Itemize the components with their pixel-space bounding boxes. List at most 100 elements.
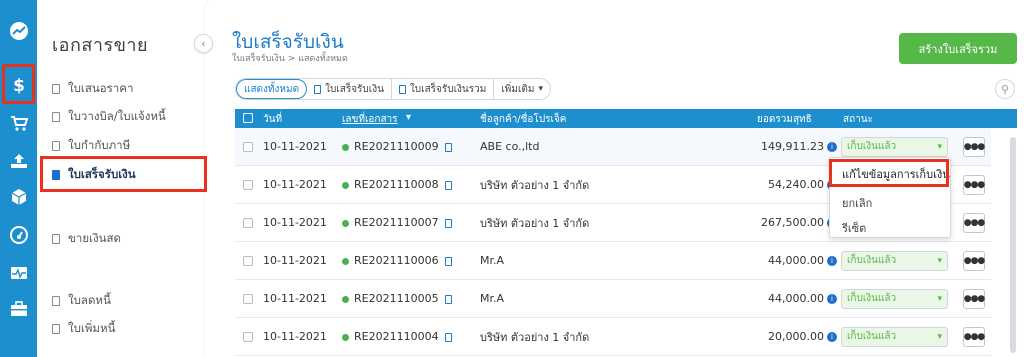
chevron-down-icon: ▾: [937, 331, 942, 342]
status-dot: [342, 295, 349, 303]
column-customer[interactable]: ชื่อลูกค้า/ชื่อโปรเจ็ค: [480, 112, 567, 127]
chevron-down-icon: ▾: [937, 141, 942, 152]
gauge-icon[interactable]: [6, 222, 31, 247]
status-dot: [342, 143, 349, 151]
chevron-down-icon: ▾: [937, 255, 942, 266]
breadcrumb[interactable]: ใบเสร็จรับเงิน > แสดงทั้งหมด: [232, 51, 348, 65]
search-icon: ⚲: [1000, 82, 1010, 96]
sidebar-item-tax-invoice[interactable]: ใบกำกับภาษี: [52, 137, 130, 155]
column-doc-number[interactable]: เลขที่เอกสาร: [342, 112, 398, 127]
row-doc-cell[interactable]: RE2021110004: [342, 330, 452, 343]
row-date: 10-11-2021: [263, 330, 327, 343]
status-value: เก็บเงินแล้ว: [847, 141, 897, 152]
document-icon: [52, 141, 60, 151]
cart-icon[interactable]: [6, 110, 31, 135]
sidebar-item-billing[interactable]: ใบวางบิล/ใบแจ้งหนี้: [52, 108, 166, 126]
document-icon: [52, 296, 60, 306]
sidebar-item-quotation[interactable]: ใบเสนอราคา: [52, 80, 133, 98]
status-select[interactable]: เก็บเงินแล้ว ▾: [841, 326, 948, 347]
tab-show-all[interactable]: แสดงทั้งหมด: [236, 79, 308, 99]
more-actions-button[interactable]: ●●●: [963, 174, 986, 195]
info-icon[interactable]: i: [827, 294, 837, 304]
row-customer: Mr.A: [480, 254, 505, 267]
row-date: 10-11-2021: [263, 140, 327, 153]
filter-tabs: แสดงทั้งหมด ใบเสร็จรับเงิน ใบเสร็จรับเงิ…: [235, 78, 551, 100]
sidebar-title: เอกสารขาย: [52, 35, 149, 56]
tab-more[interactable]: เพิ่มเติม ▾: [494, 79, 550, 99]
status-dot: [342, 257, 349, 265]
info-icon[interactable]: i: [827, 332, 837, 342]
document-icon[interactable]: [444, 142, 452, 152]
sidebar-item-label: ขายเงินสด: [68, 231, 121, 245]
row-doc-number: RE2021110006: [354, 254, 439, 267]
row-doc-cell[interactable]: RE2021110009: [342, 140, 452, 153]
row-checkbox[interactable]: [243, 179, 253, 190]
search-button[interactable]: ⚲: [995, 79, 1015, 99]
table-row[interactable]: 10-11-2021 RE2021110005 Mr.A 44,000.00 i …: [235, 280, 991, 318]
dropdown-highlight: [829, 159, 949, 187]
upload-tray-icon[interactable]: [6, 148, 31, 173]
document-icon: [52, 234, 60, 244]
more-actions-button[interactable]: ●●●: [963, 250, 985, 271]
row-checkbox[interactable]: [243, 217, 253, 228]
row-doc-cell[interactable]: RE2021110006: [342, 254, 452, 267]
ellipsis-icon: ●●●: [963, 331, 986, 342]
row-customer: บริษัท ตัวอย่าง 1 จำกัด: [480, 178, 590, 192]
info-icon[interactable]: i: [827, 142, 837, 152]
row-total: 44,000.00: [768, 254, 824, 267]
column-date[interactable]: วันที่: [263, 112, 282, 127]
row-customer: บริษัท ตัวอย่าง 1 จำกัด: [480, 330, 590, 344]
sidebar-item-cash-sale[interactable]: ขายเงินสด: [52, 230, 121, 248]
ellipsis-icon: ●●●: [963, 217, 986, 228]
sidebar-item-credit-note[interactable]: ใบลดหนี้: [52, 292, 111, 310]
menu-item-reset[interactable]: รีเซ็ต: [842, 219, 866, 237]
collapse-sidebar-button[interactable]: ‹: [194, 34, 213, 53]
row-total: 44,000.00: [768, 292, 824, 305]
row-checkbox[interactable]: [243, 293, 253, 304]
row-doc-cell[interactable]: RE2021110005: [342, 292, 452, 305]
pulse-icon[interactable]: [6, 260, 31, 285]
row-checkbox[interactable]: [243, 141, 253, 152]
select-all-checkbox[interactable]: [243, 113, 253, 123]
column-status[interactable]: สถานะ: [843, 112, 873, 127]
status-select[interactable]: เก็บเงินแล้ว ▾: [841, 136, 948, 157]
box-icon[interactable]: [6, 184, 31, 209]
briefcase-icon[interactable]: [6, 296, 31, 321]
tab-receipt[interactable]: ใบเสร็จรับเงิน: [307, 79, 392, 99]
menu-item-cancel[interactable]: ยกเลิก: [842, 194, 872, 212]
tab-combined-receipt[interactable]: ใบเสร็จรับเงินรวม: [392, 79, 495, 99]
document-icon[interactable]: [444, 256, 452, 266]
more-actions-button[interactable]: ●●●: [963, 326, 986, 347]
status-select[interactable]: เก็บเงินแล้ว ▾: [841, 288, 948, 309]
scrollbar[interactable]: [1010, 137, 1016, 353]
row-total-cell: 44,000.00 i: [757, 292, 837, 305]
document-icon[interactable]: [444, 294, 452, 304]
row-customer: Mr.A: [480, 292, 505, 305]
row-date: 10-11-2021: [263, 254, 327, 267]
chevron-down-icon: ▾: [538, 84, 543, 94]
document-icon: [52, 112, 60, 122]
sidebar-item-debit-note[interactable]: ใบเพิ่มหนี้: [52, 320, 115, 338]
table-row[interactable]: 10-11-2021 RE2021110006 Mr.A 44,000.00 i …: [235, 242, 991, 280]
create-combined-receipt-button[interactable]: สร้างใบเสร็จรวม: [899, 33, 1017, 64]
table-row[interactable]: 10-11-2021 RE2021110004 บริษัท ตัวอย่าง …: [235, 318, 991, 356]
info-icon[interactable]: i: [827, 256, 837, 266]
more-actions-button[interactable]: ●●●: [963, 212, 986, 233]
tab-label: เพิ่มเติม: [501, 83, 535, 95]
more-actions-button[interactable]: ●●●: [963, 136, 985, 157]
row-doc-number: RE2021110004: [354, 330, 439, 343]
column-total[interactable]: ยอดรวมสุทธิ: [757, 112, 812, 127]
row-doc-cell[interactable]: RE2021110007: [342, 216, 452, 229]
ellipsis-icon: ●●●: [963, 179, 986, 190]
document-icon[interactable]: [444, 332, 452, 342]
row-checkbox[interactable]: [243, 331, 253, 342]
document-icon[interactable]: [444, 218, 452, 228]
document-icon[interactable]: [444, 180, 452, 190]
row-doc-cell[interactable]: RE2021110008: [342, 178, 452, 191]
status-select[interactable]: เก็บเงินแล้ว ▾: [841, 250, 948, 271]
document-icon: [52, 84, 60, 94]
row-checkbox[interactable]: [243, 255, 253, 266]
copy-icon: [398, 84, 406, 94]
trend-logo-icon[interactable]: [6, 18, 31, 43]
more-actions-button[interactable]: ●●●: [963, 288, 985, 309]
